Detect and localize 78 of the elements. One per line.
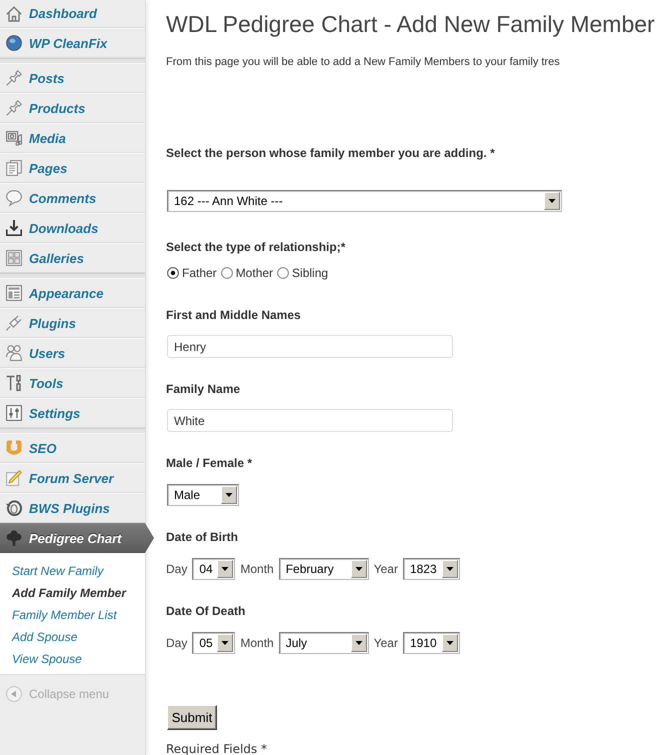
pencil-icon bbox=[6, 470, 22, 486]
menu-item[interactable]: Media bbox=[0, 123, 145, 153]
menu-item[interactable]: Forum Server bbox=[0, 463, 145, 493]
radio-label: Mother bbox=[236, 266, 274, 280]
date-part-label: Month bbox=[240, 636, 274, 650]
gender-select[interactable]: Male bbox=[167, 484, 239, 506]
radio-label: Sibling bbox=[292, 266, 328, 280]
menu-item[interactable]: Tools bbox=[0, 368, 145, 398]
menu-item[interactable]: Users bbox=[0, 338, 145, 368]
radio-button[interactable] bbox=[277, 267, 290, 279]
photo-frame-icon bbox=[6, 130, 22, 146]
submenu-item[interactable]: Add Spouse bbox=[0, 626, 78, 648]
ring-icon bbox=[6, 500, 22, 516]
month-select[interactable]: July bbox=[278, 632, 369, 654]
tree-icon bbox=[6, 530, 22, 546]
radio-label: Father bbox=[182, 266, 217, 280]
date-part-label: Day bbox=[166, 636, 188, 650]
collapse-icon bbox=[6, 686, 22, 702]
menu-item[interactable]: Pages bbox=[0, 153, 145, 183]
dropdown-arrow-icon[interactable] bbox=[217, 634, 234, 652]
date-part-label: Year bbox=[374, 562, 398, 576]
form-label: Select the person whose family member you are adding. * bbox=[166, 145, 495, 161]
grid-icon bbox=[6, 250, 22, 266]
menu-item[interactable]: SEO bbox=[0, 433, 145, 463]
plug-icon bbox=[6, 315, 22, 331]
day-select[interactable]: 04 bbox=[192, 558, 236, 580]
date-part-label: Month bbox=[240, 562, 274, 576]
dropdown-arrow-icon[interactable] bbox=[221, 486, 237, 504]
person-select[interactable]: 162 --- Ann White --- bbox=[167, 190, 562, 212]
year-select[interactable]: 1823 bbox=[402, 558, 460, 580]
dropdown-arrow-icon[interactable] bbox=[544, 192, 560, 210]
speech-bubble-icon bbox=[6, 190, 22, 206]
documents-icon bbox=[6, 160, 22, 176]
menu-item[interactable]: Comments bbox=[0, 183, 145, 213]
house-icon bbox=[6, 6, 22, 22]
date-part-label: Year bbox=[374, 636, 398, 650]
day-select[interactable]: 05 bbox=[192, 632, 236, 654]
tools-icon bbox=[6, 375, 22, 391]
page-title: WDL Pedigree Chart - Add New Family Member bbox=[166, 10, 656, 38]
menu-item[interactable]: Downloads bbox=[0, 213, 145, 243]
form-label: Date of Birth bbox=[166, 529, 238, 545]
first-names-field[interactable]: Henry bbox=[167, 335, 453, 358]
form-label: Date Of Death bbox=[166, 603, 246, 619]
dropdown-arrow-icon[interactable] bbox=[442, 634, 458, 652]
layout-icon bbox=[6, 285, 22, 301]
menu-item[interactable]: Appearance bbox=[0, 278, 145, 308]
dropdown-arrow-icon[interactable] bbox=[350, 560, 367, 578]
submenu-item[interactable]: Start New Family bbox=[0, 560, 104, 582]
sphere-icon bbox=[6, 35, 22, 51]
submenu-item[interactable]: Family Member List bbox=[0, 604, 117, 626]
form-label: Select the type of relationship;* bbox=[166, 239, 346, 255]
sliders-icon bbox=[6, 405, 22, 421]
year-select[interactable]: 1910 bbox=[402, 632, 460, 654]
dropdown-arrow-icon[interactable] bbox=[442, 560, 458, 578]
form-label: Family Name bbox=[166, 381, 240, 397]
family-name-field[interactable]: White bbox=[167, 409, 453, 432]
logo-icon bbox=[6, 440, 22, 456]
menu-item[interactable]: Pedigree Chart bbox=[0, 523, 154, 553]
download-icon bbox=[6, 220, 22, 236]
radio-button[interactable] bbox=[220, 267, 233, 279]
form-label: Male / Female * bbox=[166, 455, 252, 471]
menu-item[interactable]: Products bbox=[0, 93, 145, 123]
pushpin-icon bbox=[6, 100, 22, 116]
users-icon bbox=[6, 345, 22, 361]
menu-item[interactable]: Dashboard bbox=[0, 0, 145, 28]
dropdown-arrow-icon[interactable] bbox=[217, 560, 234, 578]
submenu-item[interactable]: Add Family Member bbox=[0, 582, 126, 604]
dropdown-arrow-icon[interactable] bbox=[350, 634, 367, 652]
menu-item[interactable]: Posts bbox=[0, 63, 145, 93]
date-part-label: Day bbox=[166, 562, 188, 576]
month-select[interactable]: February bbox=[278, 558, 369, 580]
radio-button[interactable] bbox=[167, 267, 179, 279]
submit-button[interactable]: Submit bbox=[167, 705, 217, 730]
submenu-item[interactable]: View Spouse bbox=[0, 648, 82, 670]
form-label: First and Middle Names bbox=[166, 307, 301, 323]
page-description: From this page you will be able to add a New Family Members to your family tres bbox=[166, 55, 561, 70]
pushpin-icon bbox=[6, 70, 22, 86]
menu-item[interactable]: Plugins bbox=[0, 308, 145, 338]
